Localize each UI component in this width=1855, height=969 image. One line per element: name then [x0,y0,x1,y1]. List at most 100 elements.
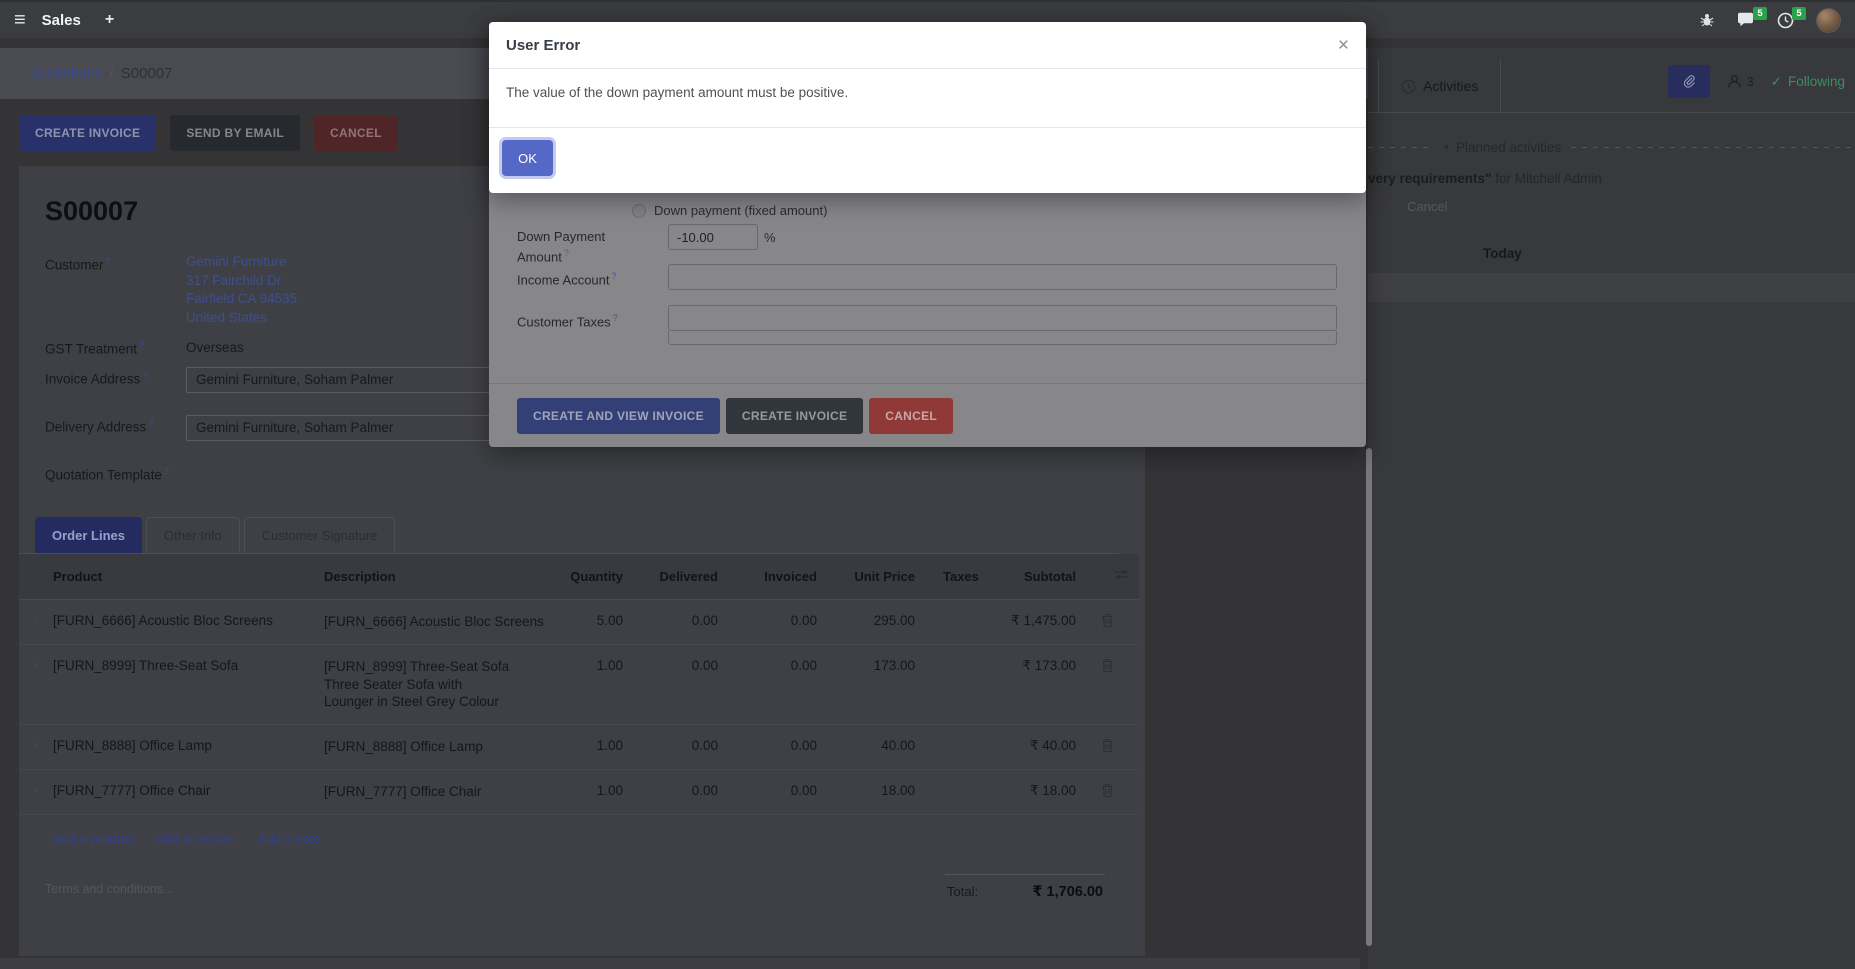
dialog-title: User Error [506,37,580,54]
taxes-tags-area[interactable] [668,331,1337,345]
invoice-address-input[interactable] [186,367,517,393]
delete-row-icon[interactable] [1076,724,1139,769]
cell-delivered: 0.00 [623,769,718,814]
customer-taxes-label: Customer Taxes? [517,310,647,330]
cell-unit-price[interactable]: 40.00 [817,724,915,769]
message-row-highlight[interactable] [1368,273,1855,302]
col-invoiced[interactable]: Invoiced [718,554,817,600]
col-delivered[interactable]: Delivered [623,554,718,600]
followers-button[interactable]: 3 [1727,74,1753,89]
close-icon[interactable]: × [1338,36,1349,55]
drag-handle-icon[interactable]: ▲▼ [19,645,53,725]
table-row[interactable]: ▲▼ [FURN_8888] Office Lamp [FURN_8888] O… [19,724,1139,769]
down-payment-fixed-option[interactable]: Down payment (fixed amount) [632,203,827,218]
tab-customer-signature[interactable]: Customer Signature [244,517,396,553]
cell-description[interactable]: [FURN_8999] Three-Seat Sofa Three Seater… [324,645,553,725]
drag-handle-icon[interactable]: ▲▼ [19,724,53,769]
cell-product[interactable]: [FURN_8999] Three-Seat Sofa [53,645,324,725]
add-a-section-link[interactable]: Add a section [156,831,235,846]
cell-taxes[interactable] [915,645,993,725]
attach-files-button[interactable] [1668,65,1710,98]
add-a-note-link[interactable]: Add a note [258,831,321,846]
page-action-buttons: CREATE INVOICE SEND BY EMAIL CANCEL [19,115,398,151]
income-account-input[interactable] [668,264,1337,290]
apps-menu-icon[interactable]: ≡ [14,10,26,30]
cell-quantity[interactable]: 1.00 [553,769,623,814]
planned-activities-toggle[interactable]: ▾ Planned activities [1434,140,1571,155]
cell-quantity[interactable]: 1.00 [553,724,623,769]
app-name[interactable]: Sales [42,12,81,29]
tab-activities[interactable]: Activities [1378,60,1501,112]
cell-taxes[interactable] [915,600,993,645]
horizontal-scrollbar[interactable] [0,958,1360,969]
cell-unit-price[interactable]: 295.00 [817,600,915,645]
table-row[interactable]: ▲▼ [FURN_6666] Acoustic Bloc Screens [FU… [19,600,1139,645]
cell-description[interactable]: [FURN_8888] Office Lamp [324,724,553,769]
down-payment-amount-input[interactable] [668,224,758,250]
col-taxes[interactable]: Taxes [915,554,993,600]
cell-product[interactable]: [FURN_6666] Acoustic Bloc Screens [53,600,324,645]
debug-bug-icon[interactable] [1699,12,1715,28]
cell-invoiced[interactable]: 0.00 [718,645,817,725]
cell-delivered[interactable]: 0.00 [623,645,718,725]
breadcrumb-separator: / [110,65,114,82]
delete-row-icon[interactable] [1076,769,1139,814]
cancel-dialog-button[interactable]: CANCEL [869,398,953,434]
notebook-tabs: Order Lines Other Info Customer Signatur… [35,516,1119,553]
customer-label: Customer? [45,253,186,327]
customer-country: United States [186,309,297,328]
col-quantity[interactable]: Quantity [553,554,623,600]
create-invoice-button[interactable]: CREATE INVOICE [19,115,156,151]
delete-row-icon[interactable] [1076,600,1139,645]
cell-taxes[interactable] [915,724,993,769]
user-avatar[interactable] [1816,8,1841,33]
order-lines-table: Product Description Quantity Delivered I… [19,554,1139,815]
cell-taxes[interactable] [915,769,993,814]
create-invoice-dialog-button[interactable]: CREATE INVOICE [726,398,863,434]
chatter-scrollbar[interactable] [1366,448,1372,946]
cell-quantity[interactable]: 5.00 [553,600,623,645]
create-and-view-invoice-button[interactable]: CREATE AND VIEW INVOICE [517,398,720,434]
total-box: Total: ₹ 1,706.00 [945,874,1105,900]
customer-name-link[interactable]: Gemini Furniture [186,253,297,272]
cell-description[interactable]: [FURN_7777] Office Chair [324,769,553,814]
col-description[interactable]: Description [324,554,553,600]
new-tab-icon[interactable]: + [105,11,114,29]
breadcrumb-quotations[interactable]: Quotations [30,65,103,82]
delete-row-icon[interactable] [1076,645,1139,725]
delivery-address-input[interactable] [186,415,517,441]
cell-unit-price[interactable]: 173.00 [817,645,915,725]
help-icon: ? [164,466,169,476]
customer-taxes-input[interactable] [668,305,1337,331]
following-button[interactable]: ✓ Following [1771,74,1845,90]
col-subtotal[interactable]: Subtotal [993,554,1076,600]
activities-clock-icon[interactable]: 5 [1777,12,1794,29]
table-row[interactable]: ▲▼ [FURN_7777] Office Chair [FURN_7777] … [19,769,1139,814]
col-product[interactable]: Product [53,554,324,600]
drag-handle-icon[interactable]: ▲▼ [19,600,53,645]
chevron-down-icon: ▾ [1444,142,1449,153]
cell-product[interactable]: [FURN_8888] Office Lamp [53,724,324,769]
terms-placeholder[interactable]: Terms and conditions... [45,874,174,900]
ok-button[interactable]: OK [502,140,553,176]
cancel-order-button[interactable]: CANCEL [314,115,398,151]
col-unit-price[interactable]: Unit Price [817,554,915,600]
cell-product[interactable]: [FURN_7777] Office Chair [53,769,324,814]
cell-subtotal: ₹ 18.00 [993,769,1076,814]
tab-order-lines[interactable]: Order Lines [35,517,142,553]
planned-activities-label: Planned activities [1456,140,1561,155]
drag-handle-icon[interactable]: ▲▼ [19,769,53,814]
tab-other-info[interactable]: Other Info [146,517,240,553]
optional-columns-icon[interactable] [1076,554,1139,600]
activity-cancel-button[interactable]: Cancel [1407,199,1447,214]
cell-quantity[interactable]: 1.00 [553,645,623,725]
messages-icon[interactable]: 5 [1737,12,1755,28]
radio-icon[interactable] [632,204,646,218]
cell-description[interactable]: [FURN_6666] Acoustic Bloc Screens [324,600,553,645]
customer-street: 317 Fairchild Dr [186,272,297,291]
add-a-product-link[interactable]: Add a product [53,831,134,846]
table-row[interactable]: ▲▼ [FURN_8999] Three-Seat Sofa [FURN_899… [19,645,1139,725]
send-by-email-button[interactable]: SEND BY EMAIL [170,115,300,151]
gst-treatment-label: GST Treatment? [45,337,186,357]
cell-unit-price[interactable]: 18.00 [817,769,915,814]
